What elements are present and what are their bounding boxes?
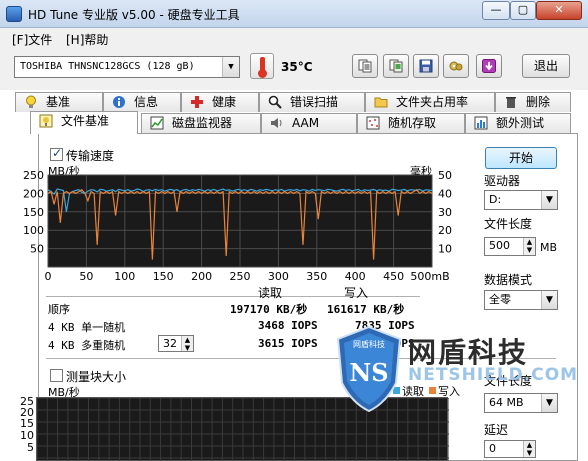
results-read-header: 读取 [258, 286, 283, 300]
block-size-label: 测量块大小 [66, 370, 127, 384]
file-length-value: 500 [489, 239, 510, 252]
row-4k-single-label: 4 KB 单一随机 [48, 321, 126, 334]
x-tick-label: 150 [153, 270, 174, 283]
y-tick-label: 200 [23, 187, 44, 200]
block-file-length-label: 文件长度 [484, 374, 533, 388]
block-size-checkbox[interactable] [50, 369, 63, 382]
row-4k-single-write: 7835 IOPS [355, 319, 415, 332]
y2-tick-label: 20 [438, 224, 452, 237]
x-tick-label: 400 [345, 270, 366, 283]
row-4k-multi-read: 3615 IOPS [258, 337, 318, 350]
row-sequential-label: 顺序 [48, 303, 70, 316]
y2-tick-label: 40 [438, 187, 452, 200]
data-mode-value: 全零 [489, 293, 511, 306]
y2-tick-label: 50 [438, 169, 452, 182]
delay-label: 延迟 [484, 423, 509, 437]
y-tick-label: 250 [23, 169, 44, 182]
x-tick-label: 50 [79, 270, 93, 283]
row-sequential-read: 197170 KB/秒 [230, 303, 308, 316]
y2-tick-label: 30 [438, 206, 452, 219]
row-4k-multi-label: 4 KB 多重随机 [48, 339, 126, 352]
section-divider [46, 358, 556, 359]
x-tick-label: 350 [306, 270, 327, 283]
block-file-length-select[interactable]: 64 MB ▼ [484, 393, 558, 413]
delay-value: 0 [489, 442, 496, 455]
y-tick-label: 100 [23, 224, 44, 237]
y2-tick-label: 10 [438, 243, 452, 256]
tab-label: 文件基准 [61, 114, 110, 128]
stepper-arrows-icon[interactable]: ▲ ▼ [523, 441, 535, 457]
x-tick-label: 450 [383, 270, 404, 283]
data-mode-select[interactable]: 全零 ▼ [484, 290, 558, 310]
y-tick-label: 150 [23, 206, 44, 219]
chevron-down-icon: ▼ [541, 291, 557, 309]
stepper-arrows-icon[interactable]: ▲ ▼ [181, 336, 193, 352]
stepper-arrows-icon[interactable]: ▲ ▼ [523, 238, 535, 255]
start-button[interactable]: 开始 [485, 147, 557, 169]
chevron-down-icon: ▼ [541, 394, 557, 412]
x-tick-label: 0 [45, 270, 52, 283]
results-write-header: 写入 [344, 286, 369, 300]
block-size-chart [36, 397, 449, 461]
block-file-length-value: 64 MB [489, 396, 524, 409]
chevron-down-icon: ▼ [541, 191, 557, 209]
block-chart-grid [37, 398, 449, 461]
queue-depth-stepper[interactable]: 32 ▲ ▼ [158, 335, 194, 352]
queue-depth-value: 32 [163, 337, 177, 350]
drive-letter-select[interactable]: D: ▼ [484, 190, 558, 210]
y-tick-label: 50 [30, 243, 44, 256]
file-benchmark-icon [39, 114, 53, 128]
x-tick-label: 500mB [410, 270, 449, 283]
legend-write-label: 写入 [438, 385, 460, 398]
delay-stepper[interactable]: 0 ▲ ▼ [484, 440, 536, 458]
legend-read-swatch [393, 387, 400, 394]
row-sequential-write: 161617 KB/秒 [327, 303, 405, 316]
x-tick-label: 100 [114, 270, 135, 283]
file-length-label: 文件长度 [484, 217, 533, 231]
file-length-stepper[interactable]: 500 ▲ ▼ [484, 237, 536, 256]
block-y-tick: 5 [27, 441, 34, 454]
legend-write-swatch [429, 387, 436, 394]
tab-file-benchmark[interactable]: 文件基准 [30, 111, 138, 134]
drive-label: 驱动器 [484, 174, 521, 188]
legend-read-label: 读取 [402, 385, 424, 398]
row-4k-single-read: 3468 IOPS [258, 319, 318, 332]
drive-letter-value: D: [489, 193, 502, 206]
data-mode-label: 数据模式 [484, 273, 533, 287]
x-tick-label: 250 [230, 270, 251, 283]
x-tick-label: 300 [268, 270, 289, 283]
row-4k-multi-write: 7840 IOPS [355, 337, 415, 350]
file-length-unit: MB [540, 241, 558, 254]
x-tick-label: 200 [191, 270, 212, 283]
